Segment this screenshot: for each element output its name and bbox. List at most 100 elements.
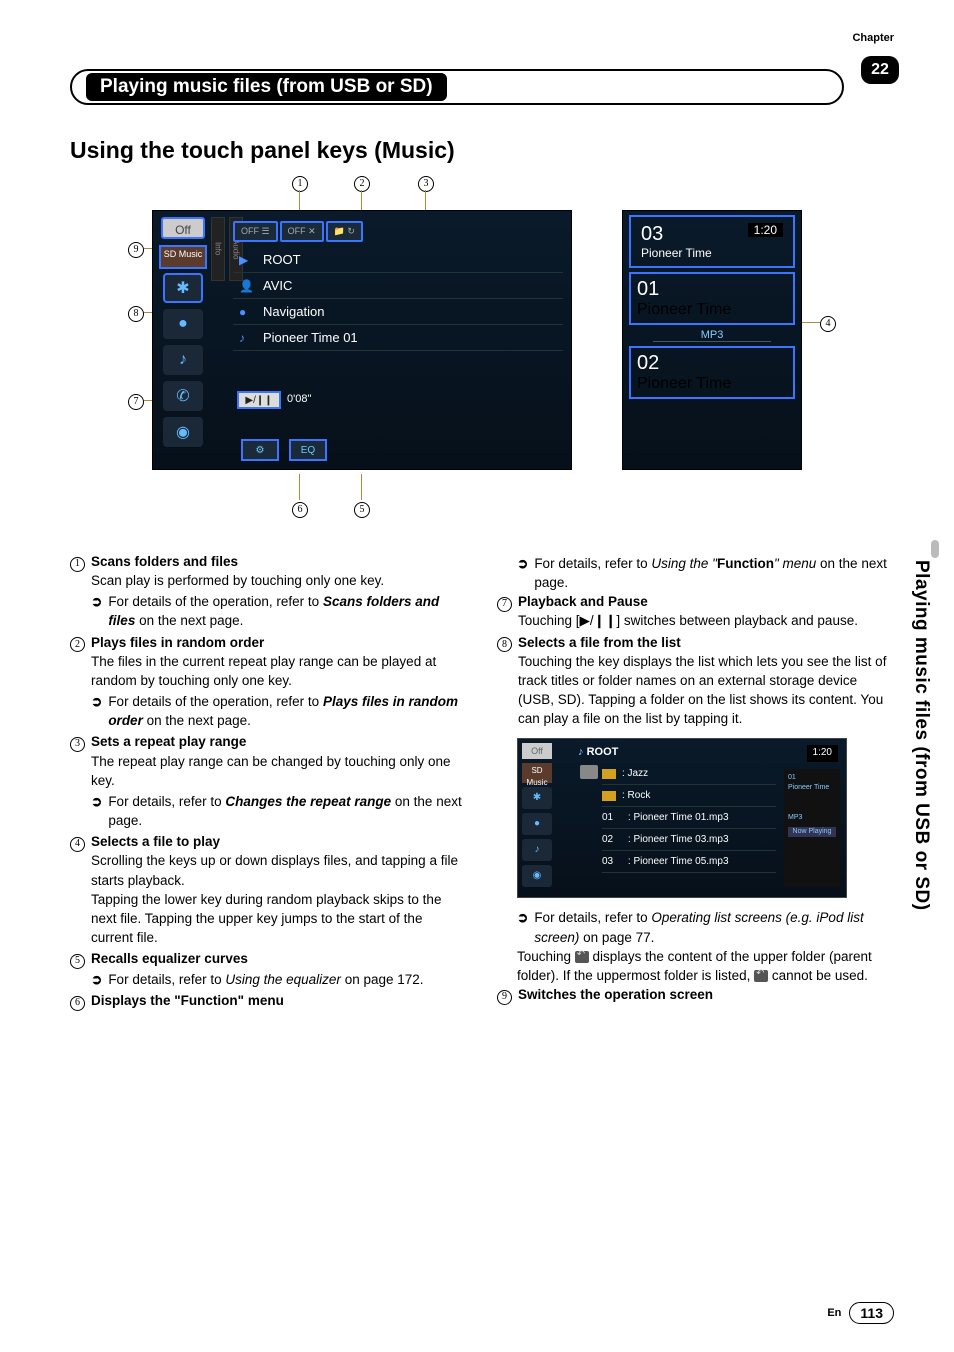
ls-globe-icon[interactable]: ● — [522, 813, 552, 835]
list-row[interactable]: ●Navigation — [233, 299, 563, 325]
callout-6: 6 — [292, 502, 308, 518]
num-1: 1 — [70, 557, 85, 572]
callout-7: 7 — [128, 394, 144, 410]
up-folder-icon — [575, 951, 589, 963]
num-2: 2 — [70, 637, 85, 652]
ls-sd-source[interactable]: SD Music — [522, 763, 552, 783]
page-footer: En 113 — [827, 1302, 894, 1324]
num-3: 3 — [70, 737, 85, 752]
upper-folder-paragraph: Touching displays the content of the upp… — [497, 947, 894, 985]
item-title: Selects a file from the list — [518, 635, 681, 650]
callout-3: 3 — [418, 176, 434, 192]
off-button[interactable]: Off — [161, 217, 205, 239]
gear-icon: ⚙ — [256, 445, 265, 456]
item-title: Recalls equalizer curves — [91, 951, 248, 966]
globe-icon[interactable]: ● — [163, 309, 203, 339]
item-title: Sets a repeat play range — [91, 734, 246, 749]
folder-icon: ● — [239, 305, 246, 319]
next-track-num: 02 — [637, 352, 787, 375]
ls-time: 1:20 — [807, 745, 838, 761]
callout-2: 2 — [354, 176, 370, 192]
up-folder-icon[interactable] — [580, 765, 598, 779]
repeat-chip[interactable]: 📁 ↻ — [326, 221, 363, 242]
ls-file-list: : Jazz : Rock 01 : Pioneer Time 01.mp3 0… — [602, 763, 776, 873]
play-icon — [239, 253, 248, 267]
ls-row[interactable]: 02 : Pioneer Time 03.mp3 — [602, 829, 776, 851]
disc-icon[interactable]: ◉ — [163, 417, 203, 447]
folder-icon — [602, 769, 616, 779]
item-title: Plays files in random order — [91, 635, 264, 650]
sub-screen: 03 1:20 Pioneer Time 01 Pioneer Time MP3… — [622, 210, 802, 470]
function-menu-button[interactable]: ⚙ — [241, 439, 279, 461]
current-track-num: 01 — [637, 278, 787, 301]
ls-music-icon[interactable]: ♪ — [522, 839, 552, 861]
music-note-icon[interactable]: ♪ — [163, 345, 203, 375]
track-name: Pioneer Time — [641, 246, 783, 260]
chapter-number-badge: 22 — [861, 56, 899, 84]
random-chip[interactable]: OFF ✕ — [280, 221, 324, 242]
reference-arrow-icon: ➲ — [91, 970, 102, 989]
main-screen: Off Info Audio OFF ☰ OFF ✕ 📁 ↻ SD Music … — [152, 210, 572, 470]
item-body: The files in the current repeat play ran… — [91, 652, 467, 690]
music-icon: ♪ — [239, 331, 245, 345]
scan-chip[interactable]: OFF ☰ — [233, 221, 278, 242]
item-body: Touching the key displays the list which… — [518, 652, 894, 729]
reference-arrow-icon: ➲ — [517, 554, 528, 592]
num-8: 8 — [497, 637, 512, 652]
list-screen-figure: Off SD Music ✱ ● ♪ ◉ ♪ ROOT 1:20 : Jazz … — [517, 738, 847, 898]
sd-music-source[interactable]: SD Music — [159, 245, 207, 269]
ls-disc-icon[interactable]: ◉ — [522, 865, 552, 887]
elapsed-time: 0'08" — [287, 393, 311, 405]
phone-icon[interactable]: ✆ — [163, 381, 203, 411]
num-4: 4 — [70, 837, 85, 852]
reference-arrow-icon: ➲ — [91, 792, 102, 830]
banner-title: Playing music files (from USB or SD) — [86, 73, 447, 101]
reference-arrow-icon: ➲ — [517, 908, 528, 946]
next-track-box[interactable]: 02 Pioneer Time — [629, 346, 795, 399]
ls-bluetooth-icon[interactable]: ✱ — [522, 787, 552, 809]
item-title: Playback and Pause — [518, 594, 648, 609]
left-column: 1 Scans folders and files Scan play is p… — [70, 552, 467, 1013]
callout-4: 4 — [820, 316, 836, 332]
play-pause-button[interactable]: ▶/❙❙ — [237, 391, 281, 409]
ls-row[interactable]: 03 : Pioneer Time 05.mp3 — [602, 851, 776, 873]
format-label: MP3 — [653, 329, 771, 342]
track-number: 03 — [641, 223, 663, 245]
list-row[interactable]: ROOT — [233, 247, 563, 273]
side-accent-bar — [931, 540, 939, 558]
folder-list[interactable]: ROOT 👤AVIC ●Navigation ♪Pioneer Time 01 — [233, 247, 563, 351]
section-heading: Using the touch panel keys (Music) — [70, 137, 894, 164]
ls-row[interactable]: : Rock — [602, 785, 776, 807]
callout-8: 8 — [128, 306, 144, 322]
item-body: Scrolling the keys up or down displays f… — [91, 851, 467, 947]
folder-icon — [602, 791, 616, 801]
item-body: The repeat play range can be changed by … — [91, 752, 467, 790]
side-running-title: Playing music files (from USB or SD) — [910, 560, 932, 911]
list-row[interactable]: 👤AVIC — [233, 273, 563, 299]
vtab-info[interactable]: Info — [211, 217, 225, 281]
up-folder-icon — [754, 970, 768, 982]
item-title: Displays the "Function" menu — [91, 993, 284, 1008]
reference-arrow-icon: ➲ — [91, 692, 102, 730]
item-body: Scan play is performed by touching only … — [91, 571, 467, 590]
item-body: Touching [▶/❙❙] switches between playbac… — [518, 611, 894, 630]
right-column: ➲ For details, refer to Using the "Funct… — [497, 552, 894, 1013]
item-title: Scans folders and files — [91, 554, 238, 569]
footer-page-number: 113 — [849, 1302, 894, 1324]
ls-off-button[interactable]: Off — [522, 743, 552, 759]
bluetooth-icon[interactable]: ✱ — [163, 273, 203, 303]
folder-icon: 👤 — [239, 279, 254, 293]
ls-now-playing-panel: 01 Pioneer Time MP3 Now Playing — [784, 769, 840, 887]
current-track-box[interactable]: 01 Pioneer Time — [629, 272, 795, 325]
list-row[interactable]: ♪Pioneer Time 01 — [233, 325, 563, 351]
num-6: 6 — [70, 996, 85, 1011]
eq-button[interactable]: EQ — [289, 439, 327, 461]
ls-row[interactable]: : Jazz — [602, 763, 776, 785]
chapter-banner: Playing music files (from USB or SD) — [70, 69, 844, 105]
footer-lang: En — [827, 1307, 841, 1319]
chapter-label: Chapter — [852, 32, 894, 44]
num-9: 9 — [497, 990, 512, 1005]
callout-1: 1 — [292, 176, 308, 192]
ls-row[interactable]: 01 : Pioneer Time 01.mp3 — [602, 807, 776, 829]
callout-9: 9 — [128, 242, 144, 258]
